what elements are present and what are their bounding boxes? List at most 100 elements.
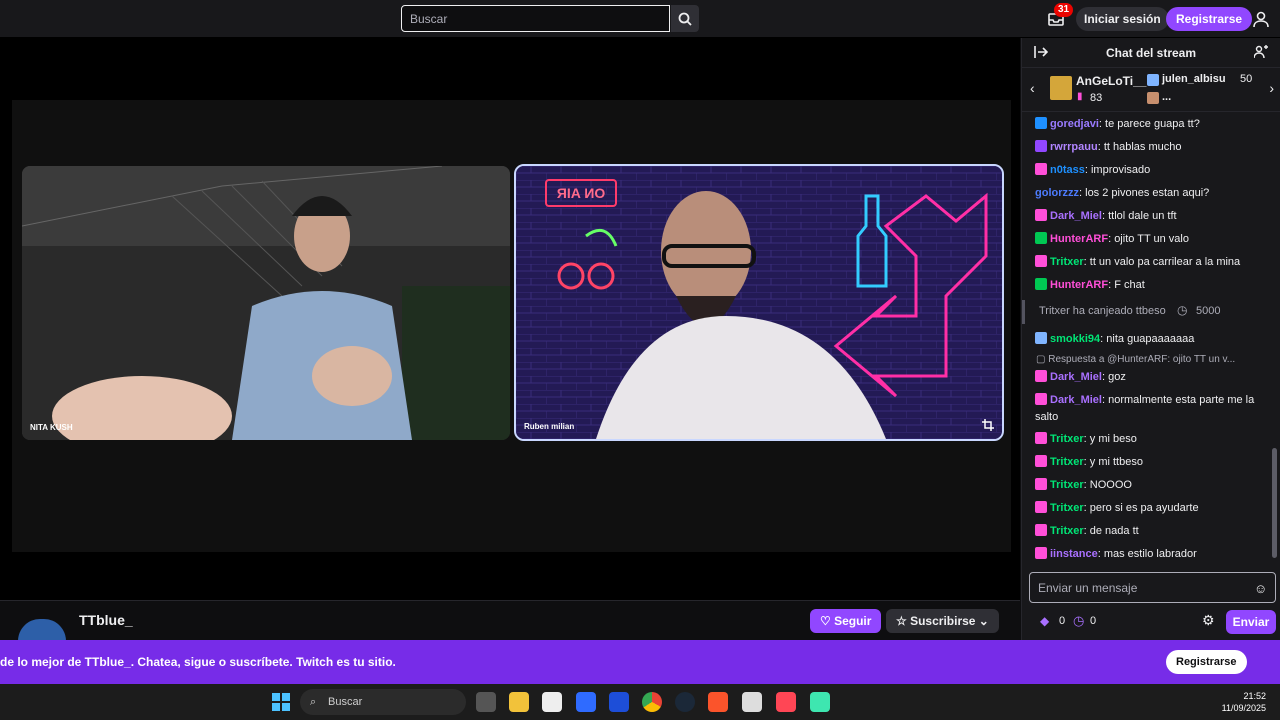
chat-message: smokki94: nita guapaaaaaaa [1035, 331, 1265, 348]
reply-text: Respuesta a @HunterARF: ojito TT un v... [1048, 354, 1236, 365]
chat-text: tt un valo pa carrilear a la mina [1089, 256, 1241, 268]
taskbar-search[interactable]: ⌕ Buscar [300, 689, 466, 715]
channel-avatar[interactable] [18, 619, 66, 641]
chat-badge-icon[interactable] [1035, 478, 1047, 490]
chevron-left-icon[interactable]: ‹ [1030, 80, 1035, 96]
file-explorer-icon[interactable] [509, 692, 529, 712]
chat-username[interactable]: Tritxer [1050, 256, 1084, 268]
chevron-right-icon[interactable]: › [1269, 80, 1274, 96]
reply-context: ▢ Respuesta a @HunterARF: ojito TT un v.… [1036, 354, 1235, 365]
gifter2-name[interactable]: julen_albisu [1162, 73, 1226, 85]
clock-time: 21:52 [1243, 691, 1266, 701]
subscribe-label: Suscribirse [910, 614, 976, 628]
chat-text: los 2 pivones estan aqui? [1085, 187, 1210, 199]
chat-badge-icon[interactable] [1035, 547, 1047, 559]
chat-badge-icon[interactable] [1035, 432, 1047, 444]
chat-text: tt hablas mucho [1103, 141, 1182, 153]
guest-right-feed: ON AIR [516, 166, 1002, 439]
chat-username[interactable]: Tritxer [1050, 456, 1084, 468]
user-menu-icon[interactable] [1252, 10, 1270, 28]
signup-banner: de lo mejor de TTblue_. Chatea, sigue o … [0, 640, 1280, 684]
chevron-down-icon: ⌄ [975, 614, 989, 628]
crop-icon[interactable] [982, 419, 994, 431]
windows-start-icon[interactable] [272, 693, 290, 711]
chat-badge-icon[interactable] [1035, 332, 1047, 344]
chat-text: de nada tt [1089, 525, 1139, 537]
subscribe-button[interactable]: ☆ Suscribirse ⌄ [886, 609, 999, 633]
chat-badge-icon[interactable] [1035, 278, 1047, 290]
search-input[interactable] [401, 5, 670, 32]
send-button[interactable]: Enviar [1226, 610, 1276, 634]
chat-message: Dark_Miel: goz [1035, 369, 1265, 386]
chat-username[interactable]: Dark_Miel [1050, 210, 1102, 222]
chat-scrollbar[interactable] [1272, 448, 1277, 558]
chat-badge-icon[interactable] [1035, 117, 1047, 129]
app-icon-navy[interactable] [609, 692, 629, 712]
chat-username[interactable]: HunterARF [1050, 233, 1108, 245]
chat-message: iinstance: mas estilo labrador [1035, 546, 1265, 563]
login-button[interactable]: Iniciar sesión [1076, 7, 1169, 31]
task-view-icon[interactable] [476, 692, 496, 712]
channel-name[interactable]: TTblue_ [79, 612, 133, 628]
app-icon-white[interactable] [742, 692, 762, 712]
chat-text: y mi ttbeso [1089, 456, 1143, 468]
chat-username[interactable]: Tritxer [1050, 502, 1084, 514]
gifter2-count: 50 [1240, 73, 1253, 85]
chat-message: HunterARF: ojito TT un valo [1035, 231, 1265, 248]
chat-username[interactable]: Tritxer [1050, 479, 1084, 491]
banner-register-button[interactable]: Registrarse [1166, 650, 1247, 674]
chat-settings-icon[interactable]: ⚙ [1202, 612, 1215, 629]
chat-username[interactable]: rwrrpauu [1050, 141, 1098, 153]
chat-username[interactable]: golorzzz [1035, 187, 1079, 199]
collapse-chat-icon[interactable] [1034, 45, 1048, 59]
chat-badge-icon[interactable] [1035, 209, 1047, 221]
chat-badge-icon[interactable] [1035, 455, 1047, 467]
store-icon[interactable] [542, 692, 562, 712]
app-icon-blue[interactable] [576, 692, 596, 712]
chat-username[interactable]: Dark_Miel [1050, 371, 1102, 383]
chat-badge-icon[interactable] [1035, 370, 1047, 382]
chat-badge-icon[interactable] [1035, 393, 1047, 405]
valorant-icon[interactable] [776, 692, 796, 712]
register-button[interactable]: Registrarse [1166, 7, 1253, 31]
notification-badge: 31 [1054, 3, 1074, 17]
chat-badge-icon[interactable] [1035, 232, 1047, 244]
steam-icon[interactable] [675, 692, 695, 712]
redeem-cost: 5000 [1196, 305, 1221, 317]
chat-username[interactable]: HunterARF [1050, 279, 1108, 291]
system-clock[interactable]: 21:52 11/09/2025 [1222, 690, 1266, 714]
follow-button[interactable]: ♡ Seguir [810, 609, 882, 633]
chat-username[interactable]: n0tass [1050, 164, 1085, 176]
chat-username[interactable]: smokki94 [1050, 333, 1100, 345]
app-icon-teal[interactable] [810, 692, 830, 712]
chat-badge-icon[interactable] [1035, 140, 1047, 152]
chat-username[interactable]: Tritxer [1050, 525, 1084, 537]
chat-badge-icon[interactable] [1035, 524, 1047, 536]
gifter3-name[interactable]: ... [1162, 91, 1171, 103]
chat-message: rwrrpauu: tt hablas mucho [1035, 139, 1265, 156]
chat-badge-icon[interactable] [1035, 255, 1047, 267]
search-icon [678, 12, 692, 26]
os-taskbar: ⌕ Buscar 21:52 11/09/2025 [0, 684, 1280, 720]
chat-message-input[interactable] [1029, 572, 1276, 603]
clock-date: 11/09/2025 [1221, 703, 1266, 713]
chat-username[interactable]: Dark_Miel [1050, 394, 1102, 406]
community-icon[interactable] [1254, 45, 1268, 59]
brave-icon[interactable] [708, 692, 728, 712]
chat-username[interactable]: Tritxer [1050, 433, 1084, 445]
chat-message: Tritxer: de nada tt [1035, 523, 1265, 540]
on-air-sign: ON AIR [557, 185, 605, 201]
search-button[interactable] [671, 5, 699, 32]
heart-icon: ♡ [820, 614, 835, 628]
emote-picker-icon[interactable]: ☺ [1254, 581, 1267, 596]
gifter1-name[interactable]: AnGeLoTi__ [1076, 74, 1146, 88]
chat-badge-icon[interactable] [1035, 163, 1047, 175]
chat-text: te parece guapa tt? [1105, 118, 1200, 130]
chat-badge-icon[interactable] [1035, 501, 1047, 513]
chat-message: Tritxer: NOOOO [1035, 477, 1265, 494]
chat-username[interactable]: iinstance [1050, 548, 1098, 560]
channel-info-bar: TTblue_ ♡ Seguir ☆ Suscribirse ⌄ [0, 600, 1020, 641]
chat-panel: Chat del stream ‹ AnGeLoTi__ 83 ▮ julen_… [1021, 38, 1280, 640]
chat-username[interactable]: goredjavi [1050, 118, 1099, 130]
chrome-icon[interactable] [642, 692, 662, 712]
